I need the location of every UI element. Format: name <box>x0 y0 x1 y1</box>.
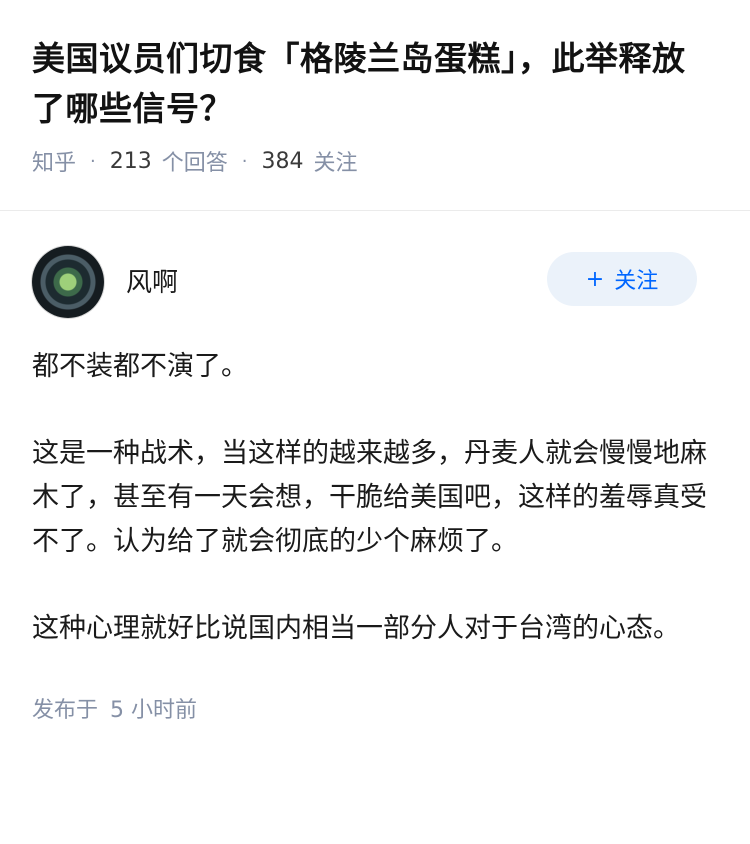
separator-dot: · <box>241 150 248 172</box>
answer-paragraph: 这是一种战术，当这样的越来越多，丹麦人就会慢慢地麻木了，甚至有一天会想，干脆给美… <box>32 438 707 557</box>
source-label[interactable]: 知乎 <box>32 145 76 177</box>
followers-label[interactable]: 关注 <box>314 145 358 177</box>
avatar[interactable] <box>32 246 104 318</box>
author-row: 风啊 + 关注 <box>0 246 750 318</box>
plus-icon: + <box>585 266 605 292</box>
answer-paragraph: 这种心理就好比说国内相当一部分人对于台湾的心态。 <box>32 613 680 644</box>
answers-count: 213 <box>109 148 152 174</box>
answer-content: 都不装都不演了。 这是一种战术，当这样的越来越多，丹麦人就会慢慢地麻木了，甚至有… <box>0 345 750 651</box>
follow-button-label: 关注 <box>614 269 659 294</box>
post-time: 发布于 5 小时前 <box>0 692 750 724</box>
follow-button[interactable]: + 关注 <box>547 252 697 306</box>
author-name[interactable]: 风啊 <box>126 262 178 299</box>
followers-count: 384 <box>261 148 304 174</box>
separator-dot: · <box>90 150 96 172</box>
question-header: 美国议员们切食「格陵兰岛蛋糕」，此举释放了哪些信号？ 知乎 · 213 个回答 … <box>0 0 750 178</box>
post-time-prefix: 发布于 <box>32 698 99 723</box>
divider <box>0 210 750 211</box>
question-title[interactable]: 美国议员们切食「格陵兰岛蛋糕」，此举释放了哪些信号？ <box>32 34 718 134</box>
answers-label[interactable]: 个回答 <box>162 145 228 177</box>
answer-paragraph: 都不装都不演了。 <box>32 351 248 382</box>
post-time-value: 5 小时前 <box>110 698 198 723</box>
question-meta: 知乎 · 213 个回答 · 384 关注 <box>32 144 718 178</box>
